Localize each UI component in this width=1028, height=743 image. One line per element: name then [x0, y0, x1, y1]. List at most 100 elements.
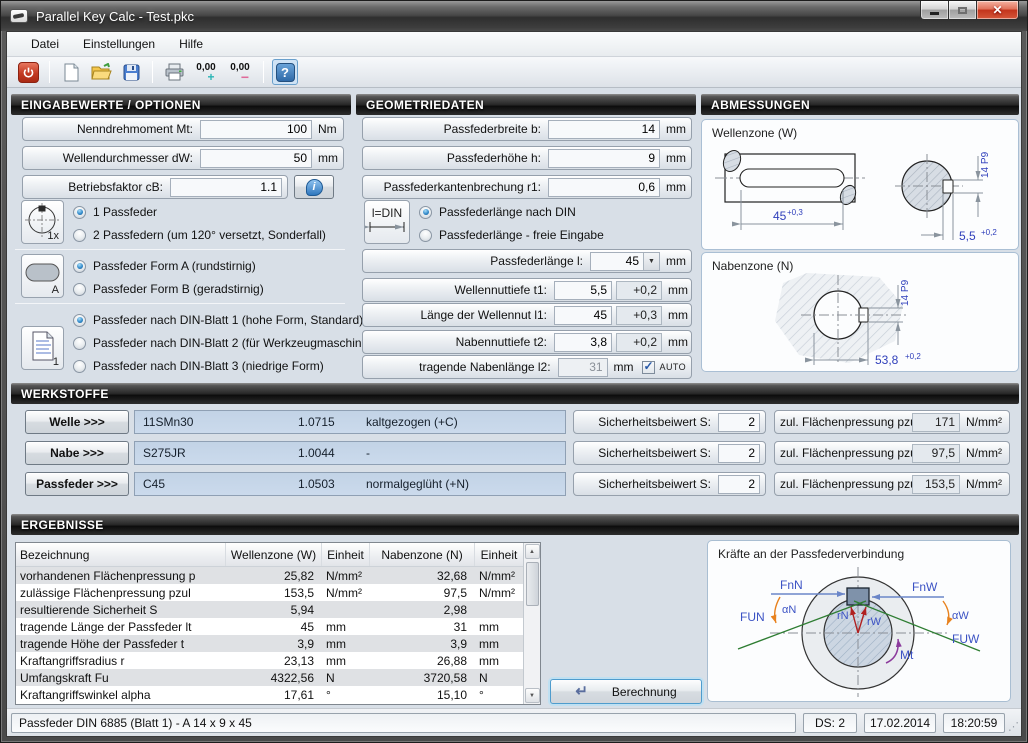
menu-hilfe[interactable]: Hilfe — [167, 33, 215, 55]
radio-din-blatt-1[interactable]: Passfeder nach DIN-Blatt 1 (hohe Form, S… — [73, 312, 363, 328]
passfeder-button[interactable]: Passfeder >>> — [25, 472, 129, 496]
column-header[interactable]: Einheit — [475, 543, 523, 566]
menu-bar: Datei Einstellungen Hilfe — [7, 32, 1021, 57]
close-button[interactable]: ✕ — [976, 1, 1019, 20]
table-row[interactable]: resultierende Sicherheit S5,942,98 — [16, 601, 523, 618]
title-bar[interactable]: Parallel Key Calc - Test.pkc ✕ — [1, 1, 1027, 31]
client-area: EINGABEWERTE / OPTIONEN Nenndrehmoment M… — [7, 88, 1021, 708]
radio-din-blatt-3[interactable]: Passfeder nach DIN-Blatt 3 (niedrige For… — [73, 358, 324, 374]
cell: 4322,56 — [226, 669, 322, 686]
column-header[interactable]: Bezeichnung — [16, 543, 226, 566]
row-pzul-passfeder: zul. Flächenpressung pzul: 153,5 N/mm² — [774, 472, 1010, 496]
open-file-button[interactable] — [88, 60, 114, 84]
scrollbar-thumb[interactable] — [526, 562, 539, 606]
info-button[interactable]: i — [294, 175, 334, 199]
field-unit: mm — [312, 151, 338, 165]
table-row[interactable]: Kraftangriffsradius r23,13mm26,88mm — [16, 652, 523, 669]
status-ds: DS: 2 — [803, 713, 857, 733]
print-button[interactable] — [161, 60, 187, 84]
scroll-up-icon[interactable]: ▲ — [525, 544, 540, 559]
column-header[interactable]: Nabenzone (N) — [370, 543, 475, 566]
din-sheet-icon: 1 — [21, 326, 64, 370]
betriebsfaktor-input[interactable]: 1.1 — [170, 178, 282, 197]
welle-button[interactable]: Welle >>> — [25, 410, 129, 434]
table-row[interactable]: zulässige Flächenpressung pzul153,5N/mm²… — [16, 584, 523, 601]
welle-material-field[interactable]: 11SMn30 1.0715 kaltgezogen (+C) — [134, 410, 566, 434]
kantenbrechung-input[interactable]: 0,6 — [548, 178, 660, 197]
laenge-wellennut-input[interactable]: 45 — [554, 306, 612, 325]
table-row[interactable]: tragende Länge der Passfeder lt45mm31mm — [16, 618, 523, 635]
passfederhoehe-input[interactable]: 9 — [548, 149, 660, 168]
section-ergebnisse: ERGEBNISSE — [11, 514, 1019, 535]
wellennuttiefe-input[interactable]: 5,5 — [554, 281, 612, 300]
decimal-add-button[interactable]: 0,00 + — [191, 59, 221, 85]
passfeder-material-field[interactable]: C45 1.0503 normalgeglüht (+N) — [134, 472, 566, 496]
minimize-button[interactable] — [920, 1, 949, 20]
cell: 15,10 — [370, 686, 475, 703]
nabenlaenge-input[interactable]: 31 — [558, 358, 608, 377]
exit-button[interactable] — [15, 60, 41, 84]
column-header[interactable]: Wellenzone (W) — [226, 543, 322, 566]
radio-form-b[interactable]: Passfeder Form B (geradstirnig) — [73, 281, 264, 297]
separator — [15, 303, 345, 304]
sicherheit-input[interactable]: 2 — [718, 444, 760, 463]
table-row[interactable]: tragende Höhe der Passfeder t3,9mm3,9mm — [16, 635, 523, 652]
chevron-down-icon[interactable]: ▼ — [643, 253, 659, 270]
results-table: Bezeichnung Wellenzone (W) Einheit Naben… — [15, 542, 541, 705]
column-header[interactable]: Einheit — [322, 543, 370, 566]
table-scrollbar[interactable]: ▲ ▼ — [523, 543, 540, 704]
nenndrehmoment-input[interactable]: 100 — [200, 120, 312, 139]
radio-2-passfedern[interactable]: 2 Passfedern (um 120° versetzt, Sonderfa… — [73, 227, 326, 243]
nabennuttiefe-input[interactable]: 3,8 — [554, 333, 612, 352]
radio-form-a[interactable]: Passfeder Form A (rundstirnig) — [73, 258, 256, 274]
radio-laenge-din[interactable]: Passfederlänge nach DIN — [419, 204, 576, 220]
label-fnw: FnW — [912, 580, 938, 594]
radio-icon — [73, 283, 86, 296]
toolbar-separator — [263, 61, 264, 83]
table-row[interactable]: vorhandenen Flächenpressung p25,82N/mm²3… — [16, 567, 523, 584]
radio-label: Passfeder Form B (geradstirnig) — [93, 282, 264, 296]
scroll-down-icon[interactable]: ▼ — [525, 688, 540, 703]
wellendurchmesser-input[interactable]: 50 — [200, 149, 312, 168]
row-sicherheit-nabe: Sicherheitsbeiwert S: 2 — [573, 441, 766, 465]
menu-datei[interactable]: Datei — [19, 33, 71, 55]
nabe-button[interactable]: Nabe >>> — [25, 441, 129, 465]
radio-label: Passfeder nach DIN-Blatt 2 (für Werkzeug… — [93, 336, 379, 350]
field-unit: mm — [660, 122, 686, 136]
save-button[interactable] — [118, 60, 144, 84]
cell: 31 — [370, 618, 475, 635]
radio-label: Passfeder nach DIN-Blatt 1 (hohe Form, S… — [93, 313, 363, 327]
plus-icon: + — [207, 73, 214, 82]
cell: 3720,58 — [370, 669, 475, 686]
nabe-material-field[interactable]: S275JR 1.0044 - — [134, 441, 566, 465]
resize-grip[interactable]: ⋰ — [1008, 720, 1019, 733]
passfederlaenge-combobox[interactable]: 45 ▼ — [590, 252, 660, 271]
dim-depth-tol: +0,2 — [981, 228, 997, 237]
tolerance-field: +0,2 — [616, 333, 662, 352]
radio-1-passfeder[interactable]: 1 Passfeder — [73, 204, 157, 220]
table-row[interactable]: Kraftangriffswinkel alpha17,61°15,10° — [16, 686, 523, 703]
material-name: 11SMn30 — [135, 415, 298, 429]
auto-checkbox[interactable] — [642, 361, 655, 374]
pzul-value: 97,5 — [912, 444, 960, 463]
table-row[interactable]: Umfangskraft Fu4322,56N3720,58N — [16, 669, 523, 686]
help-button[interactable]: ? — [272, 59, 298, 85]
radio-laenge-frei[interactable]: Passfederlänge - freie Eingabe — [419, 227, 604, 243]
label-fun: FUN — [740, 610, 765, 624]
decimal-remove-button[interactable]: 0,00 − — [225, 59, 255, 85]
sicherheit-input[interactable]: 2 — [718, 475, 760, 494]
sicherheit-input[interactable]: 2 — [718, 413, 760, 432]
tolerance-field: +0,3 — [616, 306, 662, 325]
field-label: zul. Flächenpressung pzul: — [780, 415, 912, 429]
cell: 3,9 — [370, 635, 475, 652]
passfederbreite-input[interactable]: 14 — [548, 120, 660, 139]
app-icon[interactable] — [10, 9, 28, 23]
berechnung-button[interactable]: ↵ Berechnung — [550, 679, 702, 704]
field-unit: mm — [662, 335, 686, 349]
dim-diameter: 53,8 — [875, 353, 899, 367]
label-alpha-n: αN — [782, 604, 796, 616]
radio-din-blatt-2[interactable]: Passfeder nach DIN-Blatt 2 (für Werkzeug… — [73, 335, 379, 351]
menu-einstellungen[interactable]: Einstellungen — [71, 33, 167, 55]
maximize-button[interactable] — [949, 1, 976, 20]
new-file-button[interactable] — [58, 60, 84, 84]
